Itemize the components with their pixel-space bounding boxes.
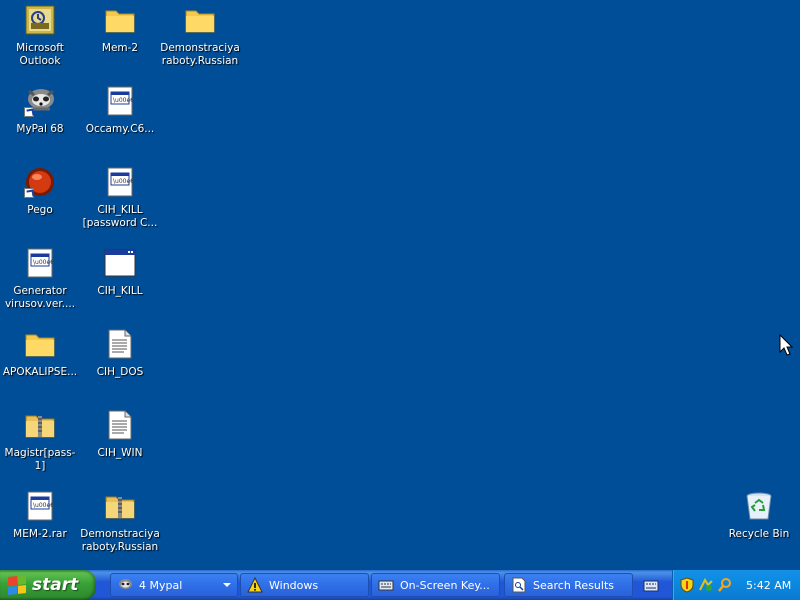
mypal-icon [24, 85, 56, 117]
desktop-icon-cih-kill-password[interactable]: \u00e6a CIH_KILL [password C... [80, 166, 160, 230]
taskbar-button-label: Search Results [533, 578, 615, 592]
desktop-icon-cih-kill[interactable]: CIH_KILL [80, 247, 160, 298]
folder-icon [24, 328, 56, 360]
desktop-icon-label: Demonstraciya raboty.Russian [160, 42, 240, 67]
network-icon[interactable] [698, 577, 714, 593]
desktop-icon-mypal[interactable]: MyPal 68 [0, 85, 80, 136]
keyboard-icon [378, 577, 394, 593]
windows-logo-icon [8, 575, 26, 595]
desktop-icon-label: Occamy.C6... [85, 123, 155, 135]
mouse-cursor-icon [779, 333, 794, 360]
zip-folder-icon [104, 490, 136, 522]
folder-icon [104, 4, 136, 36]
desktop-icon-label: CIH_KILL [password C... [82, 204, 158, 229]
text-document-icon [104, 409, 136, 441]
desktop-icon-apokalipse[interactable]: APOKALIPSE... [0, 328, 80, 379]
desktop-icon-label: Microsoft Outlook [16, 42, 64, 67]
desktop-icon-cih-dos[interactable]: CIH_DOS [80, 328, 160, 379]
folder-icon [184, 4, 216, 36]
clock[interactable]: 5:42 AM [746, 579, 791, 592]
desktop-icon-cih-win[interactable]: CIH_WIN [80, 409, 160, 460]
recycle-bin-icon [743, 490, 775, 522]
taskbar-button-label: Windows [269, 578, 319, 592]
search-icon[interactable] [717, 577, 733, 593]
desktop-icon-label: CIH_WIN [97, 447, 143, 459]
taskbar-button-search-results[interactable]: Search Results [504, 573, 633, 597]
executable-icon: \u00e6a [24, 247, 56, 279]
desktop-icon-label: Pego [27, 204, 53, 216]
desktop-icon-label: APOKALIPSE... [2, 366, 78, 378]
svg-text:\u00e6a: \u00e6a [33, 502, 53, 509]
system-tray: 5:42 AM [672, 570, 800, 600]
taskbar-button-on-screen-keyboard[interactable]: On-Screen Key... [371, 573, 500, 597]
window-icon [104, 247, 136, 279]
desktop-icon-pego[interactable]: Pego [0, 166, 80, 217]
desktop-icon-label: Recycle Bin [728, 528, 790, 540]
pego-icon [24, 166, 56, 198]
desktop-icon-label: CIH_KILL [97, 285, 143, 297]
outlook-icon [24, 4, 56, 36]
text-document-icon [104, 328, 136, 360]
taskbar-button-label: 4 Mypal [139, 578, 183, 592]
keyboard-icon[interactable] [643, 578, 659, 592]
mypal-icon [117, 577, 133, 593]
executable-icon: \u00e6a [104, 166, 136, 198]
chevron-down-icon [223, 583, 231, 587]
zip-folder-icon [24, 409, 56, 441]
start-label: start [32, 575, 79, 595]
executable-icon: \u00e6a [24, 490, 56, 522]
start-button[interactable]: start [0, 570, 96, 600]
desktop-icon-label: Generator virusov.ver.... [4, 285, 76, 310]
desktop-icon-label: Mem-2 [101, 42, 139, 54]
desktop-icon-generator-virusov[interactable]: \u00e6a Generator virusov.ver.... [0, 247, 80, 311]
desktop-icon-occamy[interactable]: \u00e6a Occamy.C6... [80, 85, 160, 136]
desktop-icon-label: CIH_DOS [96, 366, 144, 378]
desktop-icon-mem-2-rar[interactable]: \u00e6a MEM-2.rar [0, 490, 80, 541]
desktop-icon-label: Demonstraciya raboty.Russian [80, 528, 160, 553]
shortcut-arrow-icon [24, 188, 34, 198]
taskbar-button-label: On-Screen Key... [400, 578, 490, 592]
desktop-icon-label: Magistr[pass-1] [4, 447, 76, 472]
warning-icon [247, 577, 263, 593]
svg-text:\u00e6a: \u00e6a [113, 178, 133, 185]
desktop-icon-microsoft-outlook[interactable]: Microsoft Outlook [0, 4, 80, 68]
desktop-icon-demonstraciya-zip[interactable]: Demonstraciya raboty.Russian [80, 490, 160, 554]
desktop: Microsoft Outlook MyPal 68 Pego \u00e6a … [0, 0, 800, 570]
desktop-icon-mem-2[interactable]: Mem-2 [80, 4, 160, 55]
executable-icon: \u00e6a [104, 85, 136, 117]
shortcut-arrow-icon [24, 107, 34, 117]
security-shield-icon[interactable] [679, 577, 695, 593]
desktop-icon-recycle-bin[interactable]: Recycle Bin [719, 490, 799, 541]
taskbar-button-mypal[interactable]: 4 Mypal [110, 573, 238, 597]
search-document-icon [511, 577, 527, 593]
svg-text:\u00e6a: \u00e6a [33, 259, 53, 266]
desktop-icon-label: MyPal 68 [16, 123, 64, 135]
svg-text:\u00e6a: \u00e6a [113, 97, 133, 104]
desktop-icon-magistr[interactable]: Magistr[pass-1] [0, 409, 80, 473]
taskbar-button-windows[interactable]: Windows [240, 573, 369, 597]
desktop-icon-label: MEM-2.rar [13, 528, 67, 540]
desktop-icon-demonstraciya-folder[interactable]: Demonstraciya raboty.Russian [160, 4, 240, 68]
